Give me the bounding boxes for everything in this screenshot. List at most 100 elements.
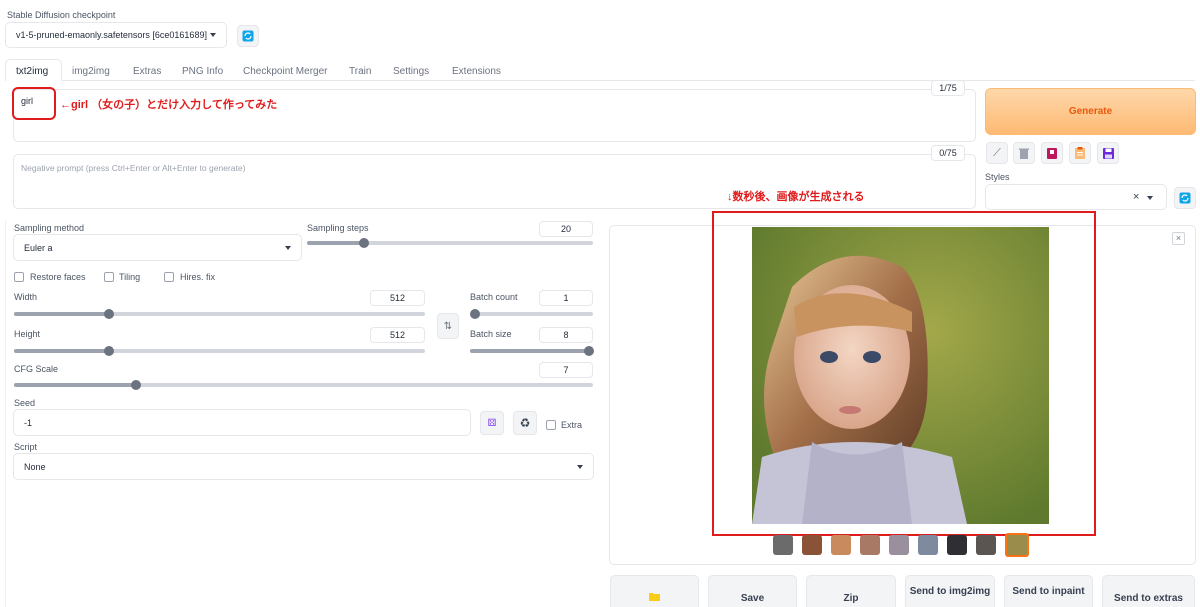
checkpoint-label: Stable Diffusion checkpoint [7,10,116,20]
save-button[interactable]: Save [708,575,797,607]
clipboard-icon [1075,147,1085,159]
recycle-icon: ♻ [519,416,531,430]
batch-count-slider[interactable] [470,309,593,319]
slider-handle[interactable] [130,380,141,390]
swap-icon: ⇅ [443,320,453,332]
tiling-label: Tiling [119,272,141,282]
sampling-steps-input[interactable]: 20 [539,221,593,237]
thumbnail[interactable] [831,535,851,555]
negative-token-counter: 0/75 [931,145,965,161]
read-params-button[interactable]: ⟋ [986,142,1008,164]
close-preview-button[interactable]: × [1172,232,1185,245]
generate-button[interactable]: Generate [985,88,1196,135]
batch-count-label: Batch count [470,292,518,302]
send-to-extras-button[interactable]: Send to extras [1102,575,1195,607]
extra-networks-button[interactable] [1041,142,1063,164]
tiling-checkbox[interactable] [104,272,114,282]
checkpoint-value: v1-5-pruned-emaonly.safetensors [6ce0161… [16,30,207,40]
floppy-disk-icon [1102,147,1114,159]
restore-faces-label: Restore faces [30,272,86,282]
batch-size-slider[interactable] [470,346,594,356]
thumbnail[interactable] [976,535,996,555]
random-seed-button[interactable]: ⚄ [480,411,504,435]
checkpoint-refresh-button[interactable] [237,25,259,47]
thumbnail[interactable] [802,535,822,555]
slider-fill [470,349,589,353]
hires-fix-checkbox[interactable] [164,272,174,282]
chevron-down-icon [285,245,291,250]
open-folder-button[interactable] [610,575,699,607]
cfg-scale-input[interactable]: 7 [539,362,593,378]
checkpoint-select[interactable]: v1-5-pruned-emaonly.safetensors [6ce0161… [5,22,227,48]
tab-extras[interactable]: Extras [133,66,161,77]
result-annotation: ↓数秒後、画像が生成される [727,191,865,203]
refresh-icon [242,30,254,42]
hires-fix-label: Hires. fix [180,272,216,282]
thumbnail[interactable] [773,535,793,555]
chevron-down-icon [1147,196,1153,200]
width-slider[interactable] [14,309,425,319]
slider-fill [14,312,109,316]
slider-handle[interactable] [103,309,114,319]
tab-txt2img[interactable]: txt2img [16,66,48,77]
script-select[interactable]: None [13,453,594,480]
slider-fill [307,241,365,245]
seed-value: -1 [24,418,33,428]
tab-settings[interactable]: Settings [393,66,429,77]
styles-refresh-button[interactable] [1174,187,1196,209]
height-input[interactable]: 512 [370,327,425,343]
apply-style-button[interactable] [1069,142,1091,164]
save-style-button[interactable] [1097,142,1119,164]
chevron-down-icon [577,464,583,469]
pencil-icon: ⟋ [993,146,1001,159]
width-label: Width [14,292,38,302]
slider-handle[interactable] [470,309,480,319]
zip-button[interactable]: Zip [806,575,896,607]
thumbnail[interactable] [947,535,967,555]
tab-extensions[interactable]: Extensions [452,66,501,77]
thumbnail[interactable] [918,535,938,555]
close-icon[interactable]: × [1133,191,1139,203]
send-to-img2img-button[interactable]: Send to img2img [905,575,995,607]
generate-label: Generate [1068,106,1113,117]
thumbnail[interactable] [889,535,909,555]
styles-select[interactable]: × [985,184,1167,210]
reuse-seed-button[interactable]: ♻ [513,411,537,435]
send-to-inpaint-button[interactable]: Send to inpaint [1004,575,1093,607]
sampling-steps-slider[interactable] [307,238,593,248]
batch-size-input[interactable]: 8 [539,327,593,343]
cfg-scale-slider[interactable] [14,380,593,390]
chevron-down-icon [210,33,216,37]
restore-faces-checkbox[interactable] [14,272,24,282]
dice-icon: ⚄ [487,417,497,429]
bookmark-icon [1047,147,1057,159]
sampling-method-select[interactable]: Euler a [13,234,302,261]
tab-png-info[interactable]: PNG Info [182,66,223,77]
thumbnail[interactable] [860,535,880,555]
thumbnail-strip [773,533,1029,557]
script-value: None [24,461,46,472]
width-input[interactable]: 512 [370,290,425,306]
height-label: Height [14,329,41,339]
slider-handle[interactable] [359,238,370,248]
extra-seed-checkbox[interactable] [546,420,556,430]
extra-seed-label: Extra [561,420,583,430]
tab-train[interactable]: Train [349,66,371,77]
folder-icon [649,593,660,601]
prompt-highlight-box [12,87,56,120]
swap-dimensions-button[interactable]: ⇅ [437,313,459,339]
sampling-steps-label: Sampling steps [307,223,369,233]
slider-handle[interactable] [103,346,114,356]
slider-fill [14,349,109,353]
slider-handle[interactable] [584,346,594,356]
tab-img2img[interactable]: img2img [72,66,110,77]
tab-checkpoint-merger[interactable]: Checkpoint Merger [243,66,327,77]
prompt-token-counter: 1/75 [931,80,965,96]
batch-count-input[interactable]: 1 [539,290,593,306]
thumbnail-selected[interactable] [1005,533,1029,557]
refresh-icon [1179,192,1191,204]
sampling-method-label: Sampling method [14,223,85,233]
height-slider[interactable] [14,346,425,356]
seed-input[interactable]: -1 [13,409,471,436]
trash-button[interactable] [1013,142,1035,164]
